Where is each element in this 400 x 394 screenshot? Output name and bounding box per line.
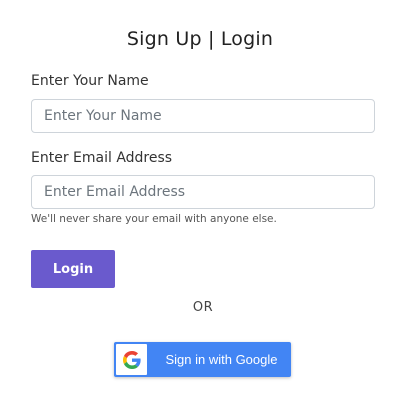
page-title: Sign Up | Login [126,28,274,50]
google-signin-button[interactable]: Sign in with Google [114,342,291,377]
google-g-icon [116,344,147,375]
email-input[interactable] [31,175,375,209]
name-label: Enter Your Name [31,73,149,89]
email-label: Enter Email Address [31,150,173,166]
google-g-icon-svg [122,350,141,369]
name-input[interactable] [31,99,375,133]
email-help-text: We'll never share your email with anyone… [31,213,277,225]
or-separator: OR [192,300,214,315]
google-signin-label: Sign in with Google [165,352,278,367]
login-button[interactable]: Login [31,250,115,288]
